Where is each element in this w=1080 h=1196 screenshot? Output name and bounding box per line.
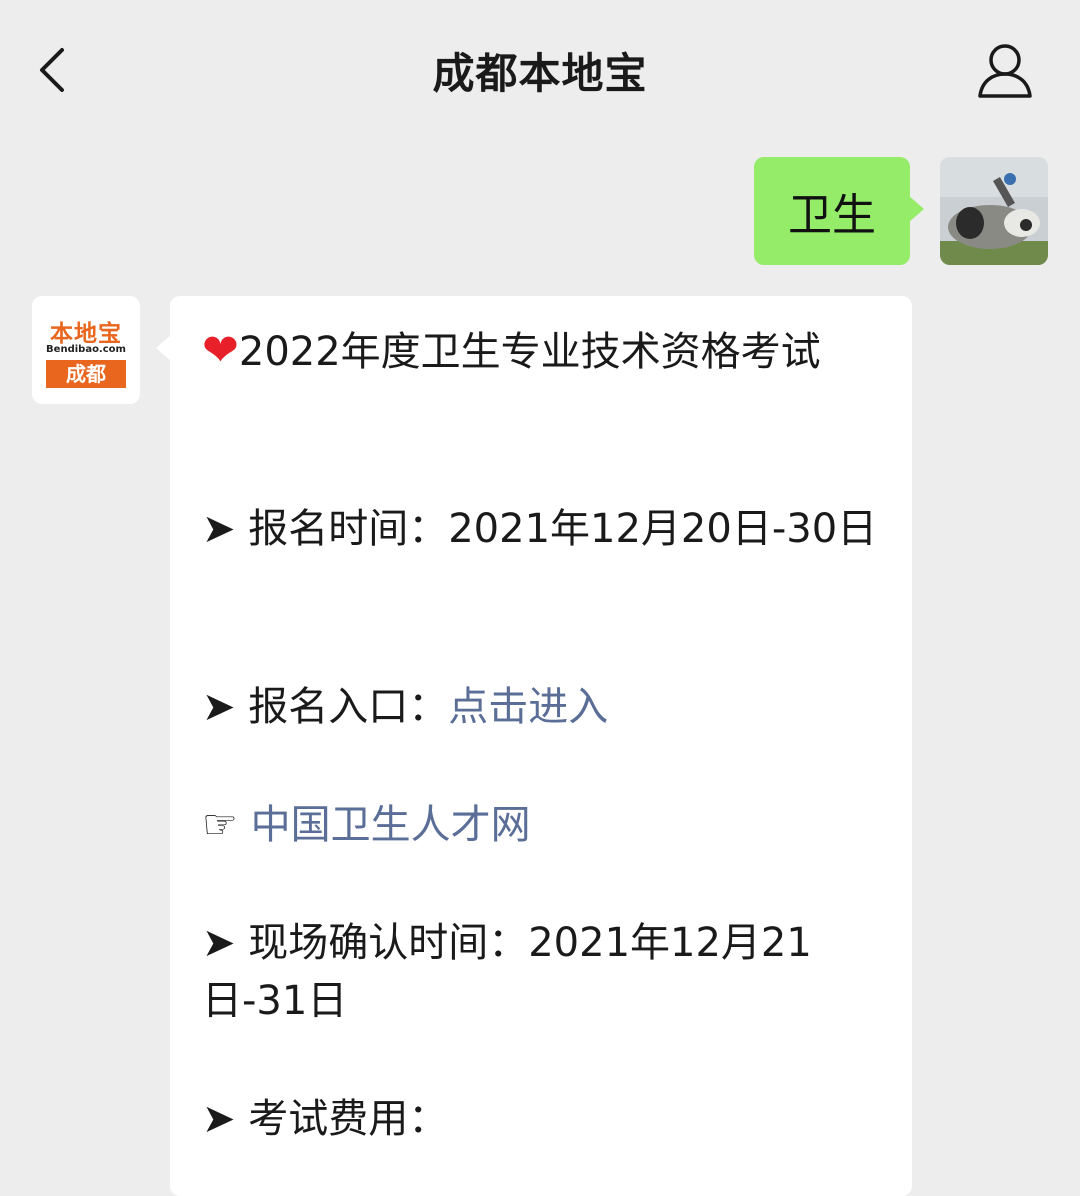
health-talent-site-link[interactable]: 中国卫生人才网 [251, 802, 531, 848]
exam-fee-line: ➤ 考试费用： [202, 1090, 882, 1148]
registration-entry-label: 报名入口： [248, 684, 449, 730]
profile-button[interactable] [970, 38, 1040, 102]
site-link-line: ☞ 中国卫生人才网 [202, 796, 882, 854]
confirmation-time-label: 现场确认时间： [248, 920, 529, 966]
arrow-icon: ➤ [202, 684, 236, 730]
arrow-icon: ➤ [202, 1096, 236, 1142]
message-headline: ❤2022年度卫生专业技术资格考试 [202, 322, 882, 381]
chat-title: 成都本地宝 [432, 49, 648, 98]
registration-entry-link[interactable]: 点击进入 [448, 684, 608, 730]
headline-text: 2022年度卫生专业技术资格考试 [238, 329, 821, 375]
logo-city-text: 成都 [46, 360, 126, 388]
registration-time-line: ➤ 报名时间：2021年12月20日-30日 [202, 500, 882, 558]
logo-domain-text: Bendibao.com [46, 344, 126, 355]
confirmation-time-line: ➤ 现场确认时间：2021年12月21日-31日 [202, 914, 882, 1030]
arrow-icon: ➤ [202, 506, 236, 552]
arrow-icon: ➤ [202, 920, 236, 966]
logo-brand-text: 本地宝 [50, 321, 122, 347]
pointing-hand-icon: ☞ [202, 802, 238, 848]
incoming-message-bubble: ❤2022年度卫生专业技术资格考试 ➤ 报名时间：2021年12月20日-30日… [156, 296, 912, 1196]
outgoing-message-text: 卫生 [788, 190, 876, 241]
chat-header: 成都本地宝 [0, 0, 1080, 140]
outgoing-message-bubble[interactable]: 卫生 [754, 157, 924, 265]
heart-icon: ❤ [202, 325, 239, 376]
registration-time-label: 报名时间： [248, 506, 449, 552]
person-icon [978, 44, 1032, 98]
registration-entry-line: ➤ 报名入口：点击进入 [202, 678, 882, 736]
registration-time-value: 2021年12月20日-30日 [448, 506, 878, 552]
user-avatar-image [940, 157, 1048, 265]
exam-fee-label: 考试费用： [248, 1096, 449, 1142]
official-account-avatar[interactable]: 本地宝 Bendibao.com 成都 [32, 296, 140, 404]
user-avatar[interactable] [940, 157, 1048, 265]
